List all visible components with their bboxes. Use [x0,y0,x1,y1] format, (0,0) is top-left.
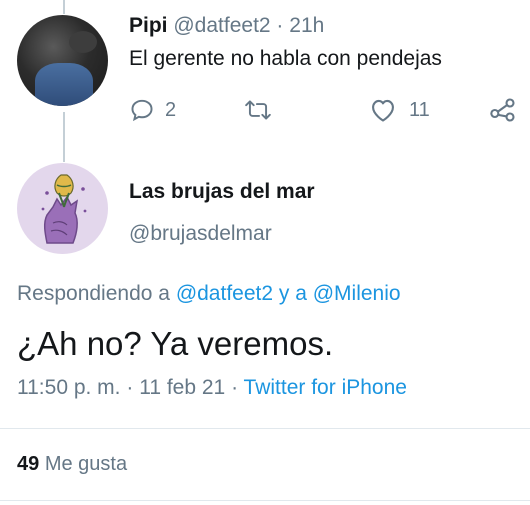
main-user-name[interactable]: Las brujas del mar [129,180,315,204]
parent-tweet-header: Pipi @datfeet2 · 21h [129,14,324,38]
avatar-detail [69,31,97,53]
divider [0,500,530,501]
likes-label: Me gusta [44,453,128,475]
meta-separator: · [276,14,284,37]
share-button[interactable] [489,95,517,125]
main-tweet-text: ¿Ah no? Ya veremos. [17,325,334,362]
parent-tweet-time[interactable]: 21h [289,14,324,37]
reply-button[interactable]: 2 [129,95,176,125]
parent-user-name[interactable]: Pipi [129,14,168,37]
parent-tweet-actions: 2 11 [0,95,530,125]
tweet-meta: 11:50 p. m. · 11 feb 21 · Twitter for iP… [17,376,407,400]
avatar-parent-user[interactable] [17,15,108,106]
parent-tweet-text: El gerente no habla con pendejas [129,47,442,70]
avatar-main-user[interactable] [17,163,108,254]
likes-count: 49 [17,453,40,475]
tweet-date[interactable]: 11 feb 21 [139,376,225,399]
avatar-illustration [41,174,87,244]
meta-separator: · [231,376,239,399]
thread-connector-top [63,0,65,14]
meta-separator: · [126,376,134,399]
parent-user-handle[interactable]: @datfeet2 [173,14,270,37]
reply-count: 2 [165,98,177,121]
mention-link[interactable]: @Milenio [313,282,401,305]
likes-summary[interactable]: 49 Me gusta [17,453,127,476]
heart-icon [369,97,397,123]
retweet-button[interactable] [244,95,272,125]
tweet-source-link[interactable]: Twitter for iPhone [244,376,407,399]
retweet-icon [244,97,272,123]
like-count: 11 [409,98,430,121]
mention-link[interactable]: @datfeet2 [176,282,273,305]
replying-to: Respondiendo a @datfeet2 y a @Milenio [17,282,401,306]
reply-icon [129,97,155,123]
share-icon [489,97,517,123]
like-button[interactable]: 11 [369,95,430,125]
replying-prefix: Respondiendo a [17,282,170,305]
reply-conjunction[interactable]: y a [279,282,307,305]
main-user-handle[interactable]: @brujasdelmar [129,222,272,246]
tweet-time[interactable]: 11:50 p. m. [17,376,121,399]
divider [0,428,530,429]
